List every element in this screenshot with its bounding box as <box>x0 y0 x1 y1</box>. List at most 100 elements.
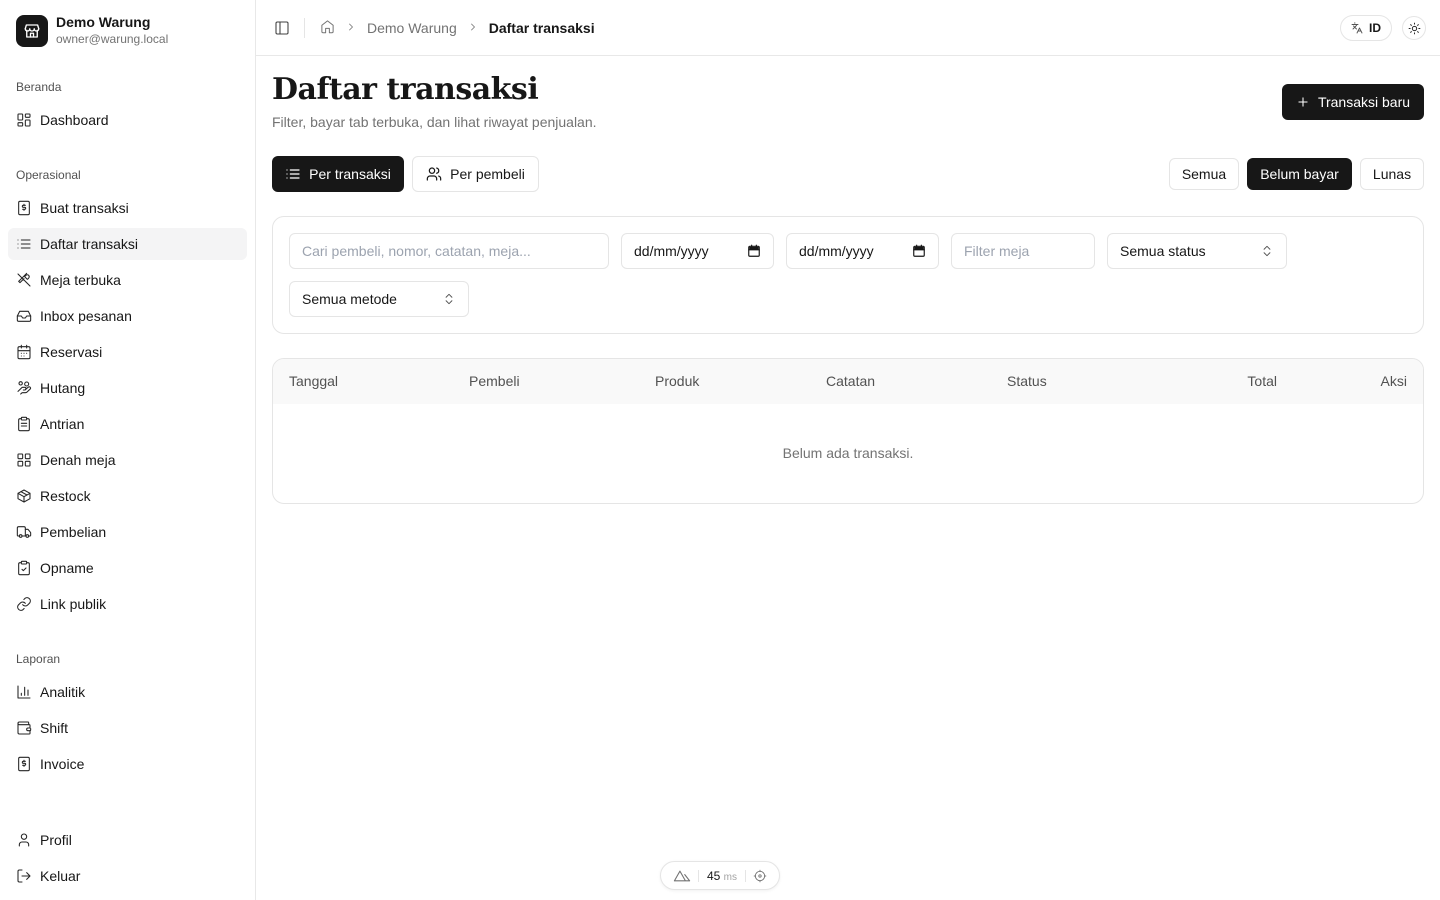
sidebar-item-label: Keluar <box>40 868 81 884</box>
sidebar-item-link-publik[interactable]: Link publik <box>8 588 247 620</box>
nuxt-logo-icon <box>673 870 690 881</box>
user-icon <box>16 832 32 848</box>
users-icon <box>426 167 442 181</box>
sidebar-item-label: Pembelian <box>40 524 107 540</box>
workspace-name: Demo Warung <box>56 14 151 30</box>
calendar-icon[interactable] <box>747 244 761 258</box>
inbox-icon <box>16 308 32 324</box>
render-time-value: 45 <box>706 868 721 883</box>
view-per-transaction-button[interactable]: Per transaksi <box>272 156 404 192</box>
method-select-value: Semua metode <box>302 291 397 307</box>
status-tab-label: Semua <box>1181 166 1227 182</box>
column-header-action: Aksi <box>1380 373 1407 389</box>
sidebar-item-reservasi[interactable]: Reservasi <box>8 336 247 368</box>
link-icon <box>16 596 32 612</box>
nav-group-label-laporan: Laporan <box>16 652 61 666</box>
sidebar-item-label: Daftar transaksi <box>40 236 139 252</box>
status-tab-unpaid[interactable]: Belum bayar <box>1247 158 1352 190</box>
sidebar-item-label: Inbox pesanan <box>40 308 132 324</box>
sidebar-item-dashboard[interactable]: Dashboard <box>8 104 247 136</box>
sidebar-item-keluar[interactable]: Keluar <box>8 860 247 892</box>
chevron-right-icon <box>345 20 357 36</box>
divider <box>698 869 700 882</box>
sidebar-item-daftar-transaksi[interactable]: Daftar transaksi <box>8 228 247 260</box>
page-subtitle: Filter, bayar tab terbuka, dan lihat riw… <box>272 114 597 130</box>
sidebar: Demo Warung owner@warung.local Beranda D… <box>0 0 256 900</box>
column-header-total: Total <box>1247 373 1277 389</box>
sidebar-item-label: Profil <box>40 832 72 848</box>
receipt-icon <box>16 200 32 216</box>
sidebar-item-shift[interactable]: Shift <box>8 712 247 744</box>
translate-icon <box>1351 22 1363 34</box>
view-per-buyer-button[interactable]: Per pembeli <box>412 156 539 192</box>
search-placeholder: Cari pembeli, nomor, catatan, meja... <box>302 243 531 259</box>
sidebar-item-label: Shift <box>40 720 69 736</box>
chart-icon <box>16 684 32 700</box>
sidebar-item-label: Invoice <box>40 756 85 772</box>
breadcrumb-parent[interactable]: Demo Warung <box>367 20 457 36</box>
status-tab-all[interactable]: Semua <box>1169 158 1239 190</box>
empty-state: Belum ada transaksi. <box>782 445 914 461</box>
invoice-icon <box>16 756 32 772</box>
store-icon <box>16 14 48 47</box>
column-header-note: Catatan <box>826 373 876 389</box>
date-to-input[interactable]: dd/mm/yyyy <box>786 233 939 269</box>
method-select[interactable]: Semua metode <box>289 281 469 317</box>
sidebar-item-meja-terbuka[interactable]: Meja terbuka <box>8 264 247 296</box>
plus-icon <box>1298 97 1308 107</box>
status-tab-label: Lunas <box>1372 166 1412 182</box>
package-icon <box>16 488 32 504</box>
wallet-icon <box>16 720 32 736</box>
language-switcher[interactable]: ID <box>1340 15 1392 41</box>
date-from-input[interactable]: dd/mm/yyyy <box>621 233 774 269</box>
sidebar-item-buat-transaksi[interactable]: Buat transaksi <box>8 192 247 224</box>
table-filter-input[interactable]: Filter meja <box>951 233 1095 269</box>
hand-coins-icon <box>16 380 32 396</box>
new-transaction-button[interactable]: Transaksi baru <box>1282 84 1424 120</box>
view-per-transaction-label: Per transaksi <box>309 166 391 182</box>
sidebar-item-analitik[interactable]: Analitik <box>8 676 247 708</box>
sidebar-item-label: Antrian <box>40 416 85 432</box>
clipboard-icon <box>16 416 32 432</box>
sidebar-item-inbox-pesanan[interactable]: Inbox pesanan <box>8 300 247 332</box>
calendar-icon[interactable] <box>912 244 926 258</box>
transactions-table: Tanggal Pembeli Produk Catatan Status To… <box>272 358 1424 504</box>
search-input[interactable]: Cari pembeli, nomor, catatan, meja... <box>289 233 609 269</box>
list-icon <box>16 236 32 252</box>
topbar: Demo Warung Daftar transaksi ID <box>256 0 1440 56</box>
chevron-right-icon <box>467 20 479 36</box>
home-icon[interactable] <box>320 19 335 37</box>
sidebar-item-label: Link publik <box>40 596 107 612</box>
sidebar-item-invoice[interactable]: Invoice <box>8 748 247 780</box>
sidebar-item-profil[interactable]: Profil <box>8 824 247 856</box>
truck-icon <box>16 524 32 540</box>
sidebar-item-opname[interactable]: Opname <box>8 552 247 584</box>
sidebar-toggle-button[interactable] <box>272 18 292 38</box>
column-header-buyer: Pembeli <box>469 373 520 389</box>
sidebar-item-label: Hutang <box>40 380 86 396</box>
sidebar-item-hutang[interactable]: Hutang <box>8 372 247 404</box>
list-icon <box>286 169 300 179</box>
sidebar-item-antrian[interactable]: Antrian <box>8 408 247 440</box>
calendar-icon <box>16 344 32 360</box>
sidebar-item-label: Denah meja <box>40 452 116 468</box>
dashboard-icon <box>16 112 32 128</box>
divider <box>744 869 746 882</box>
column-header-date: Tanggal <box>289 373 339 389</box>
sun-icon <box>1408 22 1420 34</box>
dev-tools-indicator[interactable]: 45 ms <box>660 861 780 890</box>
status-select[interactable]: Semua status <box>1107 233 1287 269</box>
sidebar-item-restock[interactable]: Restock <box>8 480 247 512</box>
column-header-status: Status <box>1007 373 1047 389</box>
theme-toggle-button[interactable] <box>1402 16 1426 40</box>
status-tab-paid[interactable]: Lunas <box>1360 158 1424 190</box>
sidebar-item-denah-meja[interactable]: Denah meja <box>8 444 247 476</box>
crosshair-icon[interactable] <box>753 869 767 883</box>
workspace-switcher[interactable]: Demo Warung owner@warung.local <box>16 14 168 47</box>
sidebar-item-label: Buat transaksi <box>40 200 129 216</box>
chevrons-up-down-icon <box>442 292 456 306</box>
table-header: Tanggal Pembeli Produk Catatan Status To… <box>273 359 1423 404</box>
sidebar-item-pembelian[interactable]: Pembelian <box>8 516 247 548</box>
nav-group-label-beranda: Beranda <box>16 80 62 94</box>
date-to-value: dd/mm/yyyy <box>799 243 874 259</box>
